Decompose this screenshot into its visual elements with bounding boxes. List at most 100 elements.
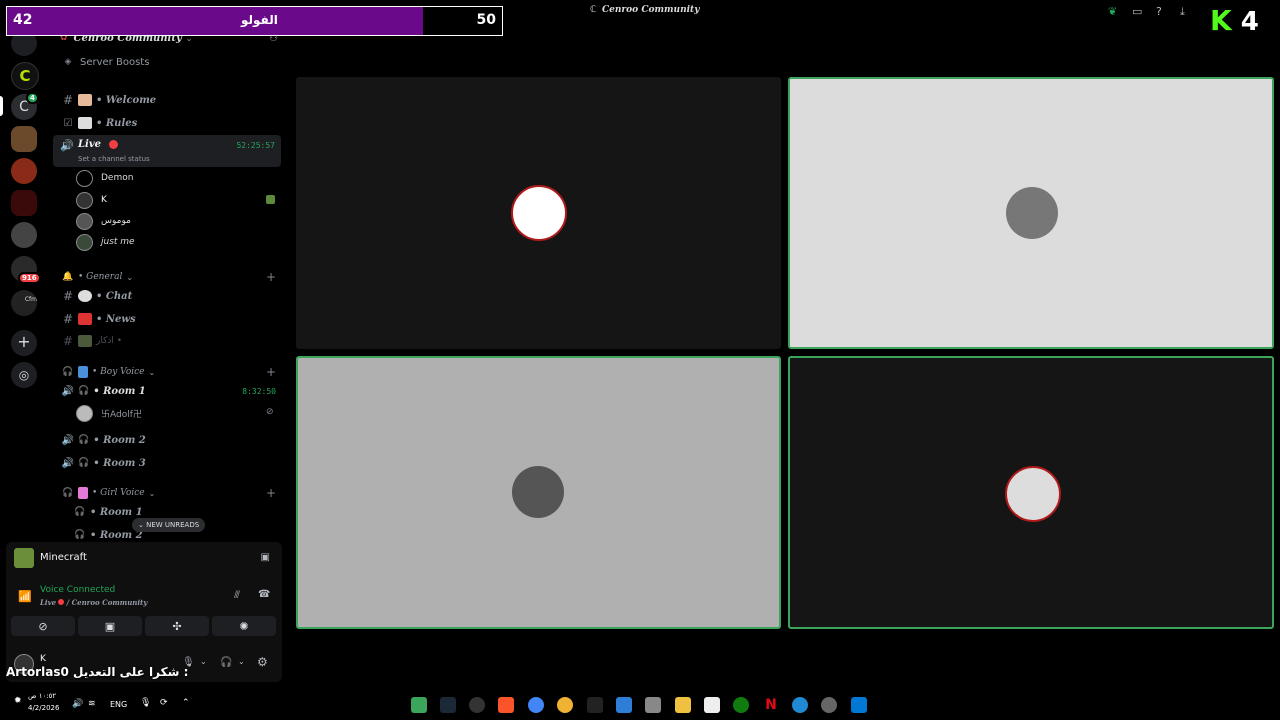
logo-number: 4 bbox=[1240, 7, 1259, 37]
settings-gear-icon[interactable]: ⚙ bbox=[257, 655, 268, 669]
live-dot-icon bbox=[58, 599, 65, 605]
siren-emoji-icon bbox=[78, 313, 92, 325]
steam-icon[interactable] bbox=[440, 697, 456, 713]
add-channel-icon[interactable]: + bbox=[266, 365, 276, 379]
brave-icon[interactable] bbox=[498, 697, 514, 713]
channel-live[interactable]: 🔊 Live Set a channel status 52:25:57 bbox=[53, 135, 281, 167]
obs-icon[interactable] bbox=[469, 697, 485, 713]
app-icon[interactable] bbox=[557, 697, 573, 713]
channel-label: • Welcome bbox=[96, 94, 157, 106]
hash-icon: # bbox=[62, 93, 74, 107]
clock-date[interactable]: 4/2/2026 bbox=[28, 704, 59, 712]
deafened-icon: ⊘ bbox=[266, 407, 274, 417]
channel-status[interactable]: Set a channel status bbox=[78, 155, 150, 163]
server-icon-3[interactable] bbox=[11, 158, 37, 184]
avatar bbox=[76, 212, 93, 230]
avatar bbox=[76, 233, 93, 251]
chevron-down-icon[interactable]: ⌄ bbox=[200, 657, 207, 666]
inbox-icon[interactable]: ▭ bbox=[1132, 5, 1142, 18]
discover-icon[interactable]: ◎ bbox=[11, 362, 37, 388]
xbox-icon[interactable] bbox=[733, 697, 749, 713]
connection-icon[interactable]: 📶 bbox=[18, 590, 32, 603]
app-icon[interactable] bbox=[587, 697, 603, 713]
channel-boy-room-3[interactable]: 🔊 🎧 • Room 3 bbox=[48, 452, 288, 474]
speaker-icon: 🔊 bbox=[61, 434, 75, 446]
channel-news[interactable]: # • News bbox=[48, 308, 288, 330]
channel-welcome[interactable]: # • Welcome bbox=[48, 89, 288, 111]
language-indicator[interactable]: ENG bbox=[110, 700, 127, 709]
help-icon[interactable]: ? bbox=[1156, 5, 1162, 18]
video-tile-speaking[interactable] bbox=[296, 356, 781, 629]
nitro-icon[interactable]: ❦ bbox=[1108, 5, 1117, 18]
soundboard-button[interactable]: ✺ bbox=[212, 616, 276, 636]
screen-share-button[interactable]: ▣ bbox=[78, 616, 142, 636]
server-icon-minecraft[interactable] bbox=[11, 126, 37, 152]
download-icon[interactable]: ⤓ bbox=[1180, 5, 1185, 19]
server-icon-cfm[interactable]: Cfm bbox=[11, 290, 37, 316]
voice-user[interactable]: just me bbox=[76, 232, 135, 252]
screen-share-icon[interactable]: ▣ bbox=[261, 552, 270, 563]
clock-time[interactable]: ١٠:٥٢ ص bbox=[28, 692, 56, 700]
file-explorer-icon[interactable] bbox=[675, 697, 691, 713]
user-name[interactable]: K bbox=[40, 654, 46, 664]
add-server-icon[interactable]: + bbox=[11, 330, 37, 356]
voice-user[interactable]: 卐Adolf卍 bbox=[76, 403, 142, 423]
category-label: • Girl Voice bbox=[92, 488, 145, 498]
activities-button[interactable]: ✣ bbox=[145, 616, 209, 636]
server-icon-4[interactable] bbox=[11, 190, 37, 216]
server-boosts[interactable]: ◈ Server Boosts bbox=[48, 51, 288, 73]
minecraft-icon bbox=[14, 548, 34, 568]
noise-suppression-icon[interactable]: ⫻ bbox=[234, 590, 240, 601]
channel-boy-room-1[interactable]: 🔊 🎧 • Room 1 8:32:50 bbox=[48, 380, 288, 402]
page-emoji-icon bbox=[78, 117, 92, 129]
windows-start-icon[interactable] bbox=[851, 697, 867, 713]
chevron-down-icon[interactable]: ⌄ bbox=[238, 657, 245, 666]
voice-status[interactable]: Voice Connected bbox=[40, 585, 115, 595]
battery-icon[interactable]: ⟳ bbox=[160, 698, 168, 708]
voice-user[interactable]: Demon bbox=[76, 168, 133, 188]
photos-icon[interactable] bbox=[616, 697, 632, 713]
minecraft-taskbar-icon[interactable] bbox=[411, 697, 427, 713]
add-channel-icon[interactable]: + bbox=[266, 270, 276, 284]
weather-icon[interactable]: ✹ bbox=[14, 696, 22, 706]
avatar bbox=[76, 191, 93, 209]
wifi-icon[interactable]: ≋ bbox=[88, 699, 96, 709]
channel-chat[interactable]: # • Chat bbox=[48, 285, 288, 307]
disconnect-icon[interactable]: ☎ bbox=[258, 589, 270, 600]
chevron-up-icon[interactable]: ⌃ bbox=[182, 698, 190, 708]
voice-user-name: just me bbox=[101, 237, 135, 247]
microphone-icon[interactable]: 🎙 bbox=[140, 698, 151, 708]
camera-off-button[interactable]: ⊘ bbox=[11, 616, 75, 636]
app-icon[interactable] bbox=[645, 697, 661, 713]
server-icon-1[interactable]: C bbox=[11, 62, 39, 90]
headphones-icon[interactable]: 🎧 bbox=[220, 657, 232, 668]
voice-location[interactable]: Live / Cenroo Community bbox=[40, 598, 147, 607]
speech-bubble-icon bbox=[78, 290, 92, 302]
video-tile-speaking[interactable] bbox=[788, 356, 1274, 629]
voice-user[interactable]: K bbox=[76, 190, 107, 210]
add-channel-icon[interactable]: + bbox=[266, 486, 276, 500]
headphones-icon: 🎧 bbox=[62, 367, 74, 377]
bell-icon: 🔔 bbox=[62, 272, 74, 282]
voice-user[interactable]: موموس bbox=[76, 211, 131, 231]
chrome-icon[interactable] bbox=[528, 697, 544, 713]
video-tile-speaking[interactable] bbox=[788, 77, 1274, 349]
headphones-icon: 🎧 bbox=[78, 386, 90, 396]
video-tile[interactable] bbox=[296, 77, 781, 349]
edge-icon[interactable] bbox=[792, 697, 808, 713]
store-icon[interactable] bbox=[704, 697, 720, 713]
channel-hidden[interactable]: # اذكار • bbox=[48, 330, 288, 352]
new-unreads-pill[interactable]: ⌄ NEW UNREADS bbox=[132, 518, 206, 532]
channel-boy-room-2[interactable]: 🔊 🎧 • Room 2 bbox=[48, 429, 288, 451]
channel-rules[interactable]: ☑ • Rules bbox=[48, 112, 288, 134]
settings-gear-icon[interactable] bbox=[821, 697, 837, 713]
server-icon-5[interactable] bbox=[11, 222, 37, 248]
window-title: Cenroo Community bbox=[602, 5, 700, 15]
live-timer: 52:25:57 bbox=[236, 141, 275, 150]
taskbar: ✹ ١٠:٥٢ ص 4/2/2026 🔊 ≋ ENG 🎙 ⟳ ⌃ bbox=[0, 690, 1280, 720]
caption-name: Artorlas0 bbox=[6, 665, 69, 679]
volume-icon[interactable]: 🔊 bbox=[72, 699, 83, 709]
netflix-icon[interactable]: N bbox=[763, 697, 779, 713]
headphones-icon: 🎧 bbox=[78, 458, 90, 468]
participant-avatar bbox=[1005, 466, 1061, 522]
